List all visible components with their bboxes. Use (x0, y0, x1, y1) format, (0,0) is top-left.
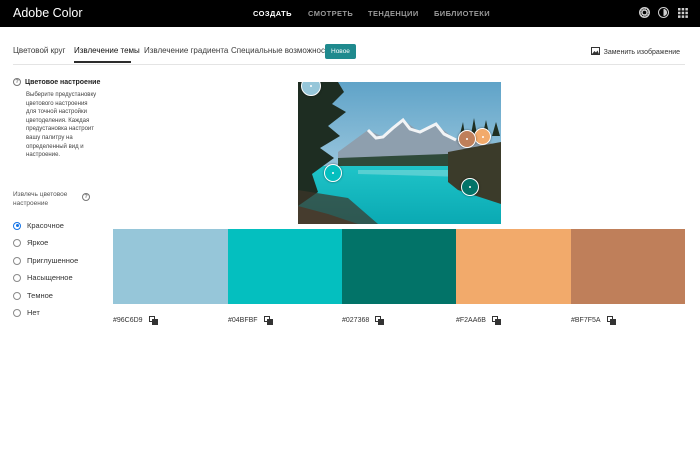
color-picker-handle-5[interactable] (458, 130, 476, 148)
mood-option-label: Нет (27, 308, 40, 317)
tab-color-wheel[interactable]: Цветовой круг (13, 46, 65, 55)
mood-option-label: Темное (27, 291, 53, 300)
swatch-3[interactable] (342, 229, 456, 304)
hex-value-3: #027368 (342, 316, 385, 325)
extract-mood-label: Извлечь цветовое настроение (13, 191, 68, 207)
grid-icon[interactable] (677, 7, 688, 18)
color-mood-description: Выберите предустановку цветового настрое… (26, 92, 97, 159)
mood-option-bright[interactable]: Яркое (13, 238, 48, 247)
hex-code[interactable]: #BF7F5A (571, 317, 601, 324)
hex-code[interactable]: #F2AA6B (456, 317, 486, 324)
top-bar: Adobe Color СОЗДАТЬ СМОТРЕТЬ ТЕНДЕНЦИИ Б… (0, 0, 700, 27)
nav-trends[interactable]: ТЕНДЕНЦИИ (368, 9, 419, 18)
radio-icon[interactable] (13, 238, 21, 247)
hex-value-5: #BF7F5A (571, 316, 616, 325)
mood-option-colorful[interactable]: Красочное (13, 221, 64, 230)
nav-explore[interactable]: СМОТРЕТЬ (308, 9, 353, 18)
app-title[interactable]: Adobe Color (13, 6, 83, 20)
copy-icon[interactable] (263, 316, 273, 325)
active-tab-indicator (74, 61, 131, 63)
tabs-divider (13, 64, 685, 65)
mood-option-label: Приглушенное (27, 256, 79, 265)
contrast-icon[interactable] (658, 7, 669, 18)
hex-value-4: #F2AA6B (456, 316, 501, 325)
copy-icon[interactable] (375, 316, 385, 325)
nav-create[interactable]: СОЗДАТЬ (253, 9, 292, 18)
swatch-5[interactable] (571, 229, 685, 304)
color-picker-handle-2[interactable] (324, 164, 342, 182)
top-icons (639, 7, 688, 18)
radio-icon[interactable] (13, 256, 21, 265)
mood-option-muted[interactable]: Приглушенное (13, 256, 78, 265)
hex-code[interactable]: #96C6D9 (113, 317, 143, 324)
tab-extract-theme[interactable]: Извлечение темы (74, 46, 140, 55)
mood-option-deep[interactable]: Насыщенное (13, 273, 73, 282)
hex-code[interactable]: #027368 (342, 317, 369, 324)
radio-checked-icon[interactable] (13, 221, 21, 230)
nav-libraries[interactable]: БИБЛИОТЕКИ (434, 9, 490, 18)
copy-icon[interactable] (148, 316, 158, 325)
hex-code[interactable]: #04BFBF (228, 317, 258, 324)
hex-value-2: #04BFBF (228, 316, 273, 325)
radio-icon[interactable] (13, 291, 21, 300)
hex-value-1: #96C6D9 (113, 316, 158, 325)
mood-option-dark[interactable]: Темное (13, 291, 53, 300)
landscape-photo (298, 82, 501, 224)
radio-icon[interactable] (13, 308, 21, 317)
color-picker-handle-3[interactable] (461, 178, 479, 196)
mood-option-none[interactable]: Нет (13, 308, 40, 317)
mood-option-label: Яркое (27, 238, 49, 247)
replace-image-label: Заменить изображение (603, 48, 680, 56)
mood-option-label: Красочное (27, 221, 64, 230)
swatch-4[interactable] (456, 229, 571, 304)
tab-accessibility[interactable]: Специальные возможности (231, 46, 333, 55)
extract-help-icon[interactable]: ? (82, 193, 90, 201)
swatch-1[interactable] (113, 229, 228, 304)
radio-icon[interactable] (13, 273, 21, 282)
source-image[interactable] (298, 82, 501, 224)
image-icon (590, 47, 600, 57)
help-icon[interactable]: ? (13, 78, 21, 86)
swatch-2[interactable] (228, 229, 342, 304)
copy-icon[interactable] (606, 316, 616, 325)
replace-image-button[interactable]: Заменить изображение (590, 47, 680, 57)
color-mood-title: Цветовое настроение (25, 78, 101, 86)
new-badge: Новое (325, 44, 356, 59)
mood-option-label: Насыщенное (27, 273, 73, 282)
color-picker-handle-4[interactable] (474, 128, 491, 145)
copy-icon[interactable] (491, 316, 501, 325)
tab-extract-gradient[interactable]: Извлечение градиента (144, 46, 228, 55)
settings-icon[interactable] (639, 7, 650, 18)
color-mood-header: ? Цветовое настроение (13, 78, 100, 86)
